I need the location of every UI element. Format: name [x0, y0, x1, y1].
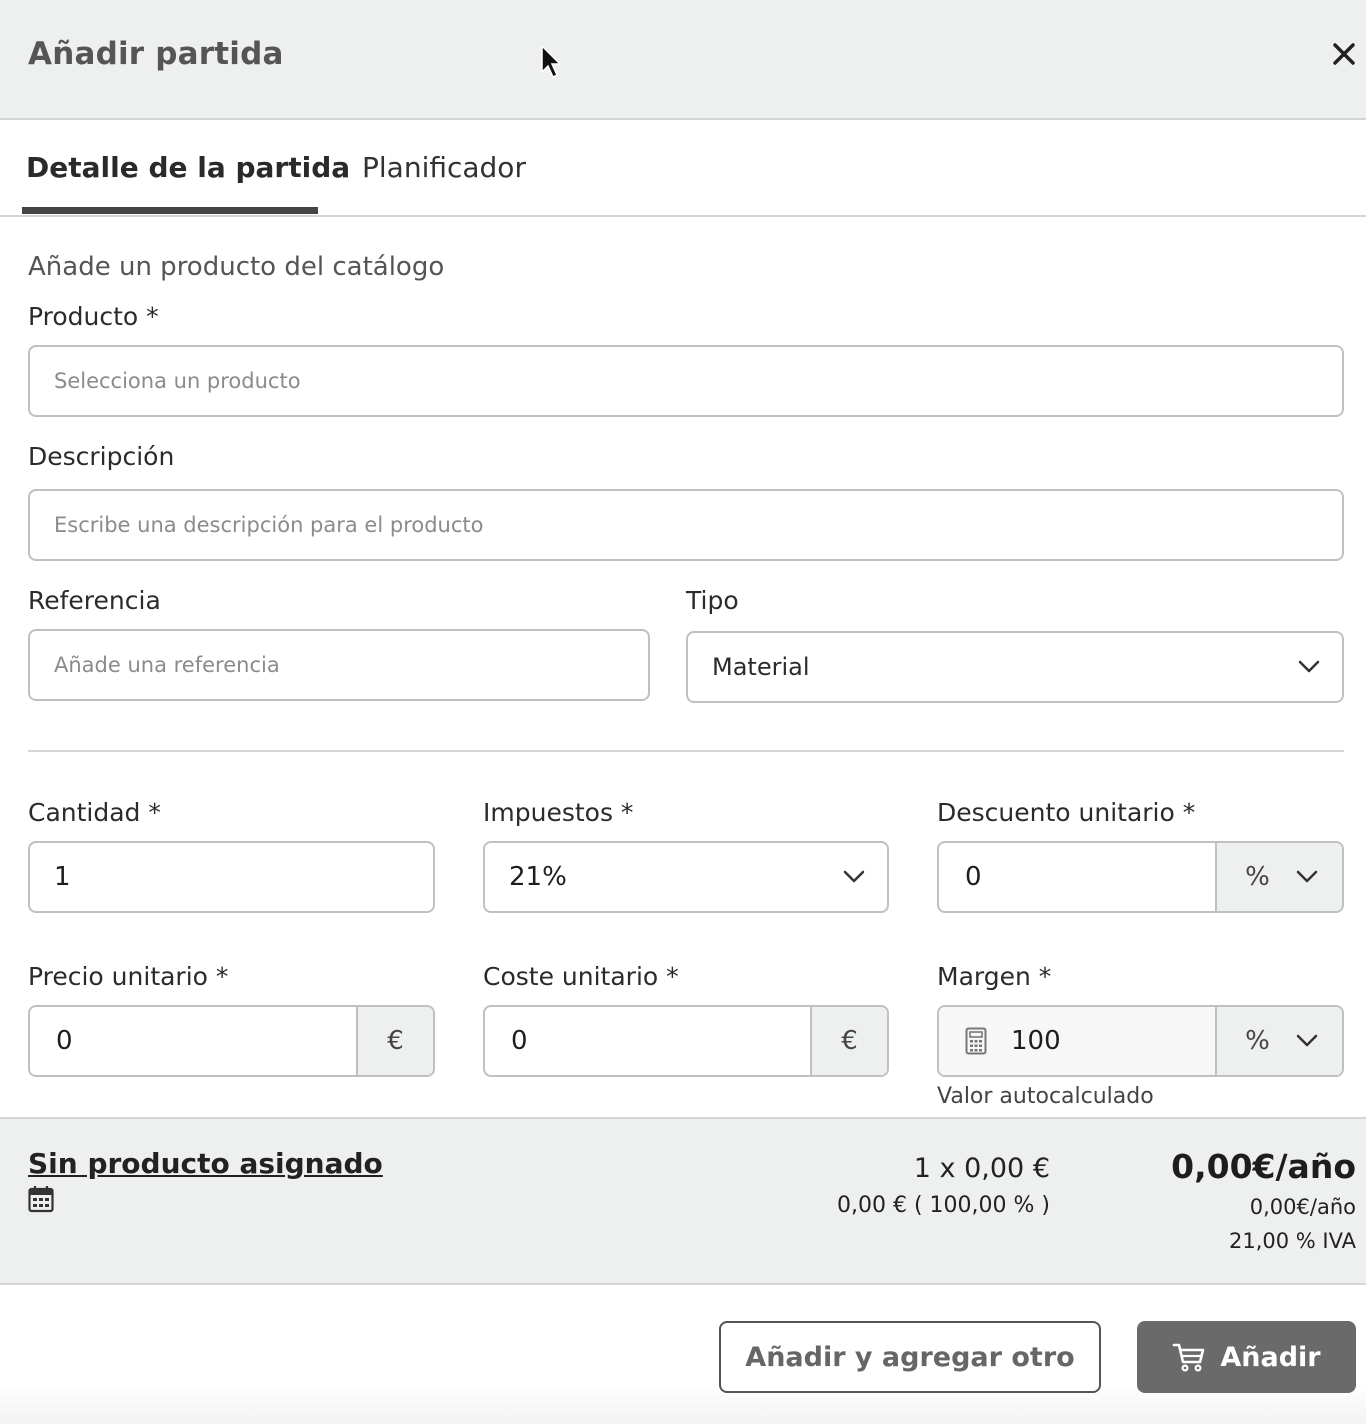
- total-subtotal: 0,00€/año: [1249, 1195, 1356, 1219]
- referencia-placeholder: Añade una referencia: [54, 653, 280, 677]
- cantidad-value: 1: [54, 862, 71, 892]
- margen-unit-select[interactable]: %: [1215, 1007, 1342, 1075]
- coste-currency: €: [810, 1007, 887, 1075]
- margen-value: 100: [1011, 1026, 1061, 1056]
- descuento-unit-select[interactable]: %: [1215, 843, 1342, 911]
- impuestos-value: 21%: [509, 862, 567, 892]
- coste-label: Coste unitario *: [483, 962, 679, 991]
- chevron-down-icon: [1296, 870, 1318, 883]
- modal-title: Añadir partida: [28, 36, 284, 72]
- cantidad-input[interactable]: 1: [28, 841, 435, 913]
- chevron-down-icon: [1298, 660, 1320, 673]
- cart-icon: [1173, 1343, 1205, 1372]
- margen-unit: %: [1245, 1026, 1270, 1056]
- margen-group: 100 %: [937, 1005, 1344, 1077]
- referencia-input[interactable]: Añade una referencia: [28, 629, 650, 701]
- cantidad-label: Cantidad *: [28, 798, 161, 827]
- mouse-cursor-icon: [541, 44, 562, 79]
- descripcion-input[interactable]: Escribe una descripción para el producto: [28, 489, 1344, 561]
- summary-panel: Sin producto asignado 1 x 0,00 € 0,00 € …: [0, 1117, 1366, 1285]
- section-title: Añade un producto del catálogo: [28, 252, 445, 282]
- assigned-product-link[interactable]: Sin producto asignado: [28, 1147, 383, 1180]
- margen-input[interactable]: 100: [939, 1007, 1215, 1075]
- producto-label: Producto *: [28, 302, 159, 331]
- add-button[interactable]: Añadir: [1137, 1321, 1356, 1393]
- producto-placeholder: Selecciona un producto: [54, 369, 301, 393]
- section-divider: [28, 750, 1344, 752]
- descuento-input[interactable]: 0: [939, 843, 1215, 911]
- tab-bar: Detalle de la partida Planificador: [0, 121, 1366, 217]
- chevron-down-icon: [843, 870, 865, 883]
- descuento-label: Descuento unitario *: [937, 798, 1196, 827]
- descuento-unit: %: [1245, 862, 1270, 892]
- close-icon[interactable]: [1332, 42, 1356, 66]
- margen-helper-text: Valor autocalculado: [937, 1084, 1154, 1109]
- modal-footer: Añadir y agregar otro Añadir: [0, 1286, 1366, 1424]
- descuento-group: 0 %: [937, 841, 1344, 913]
- calendar-icon[interactable]: [28, 1185, 54, 1213]
- active-tab-indicator: [22, 207, 318, 214]
- cost-margin-line: 0,00 € ( 100,00 % ): [837, 1193, 1050, 1218]
- tipo-select[interactable]: Material: [686, 631, 1344, 703]
- tipo-value: Material: [712, 653, 810, 681]
- iva-rate: 21,00 % IVA: [1228, 1229, 1356, 1253]
- tab-planificador[interactable]: Planificador: [362, 151, 526, 184]
- precio-input[interactable]: 0: [30, 1007, 356, 1075]
- calculator-icon: [965, 1027, 987, 1055]
- quantity-price-line: 1 x 0,00 €: [913, 1153, 1050, 1184]
- referencia-label: Referencia: [28, 586, 161, 615]
- coste-group: 0 €: [483, 1005, 889, 1077]
- impuestos-label: Impuestos *: [483, 798, 634, 827]
- modal-header: Añadir partida: [0, 0, 1366, 120]
- precio-label: Precio unitario *: [28, 962, 229, 991]
- descripcion-label: Descripción: [28, 442, 175, 471]
- producto-select[interactable]: Selecciona un producto: [28, 345, 1344, 417]
- margen-label: Margen *: [937, 962, 1052, 991]
- descripcion-placeholder: Escribe una descripción para el producto: [54, 513, 484, 537]
- precio-group: 0 €: [28, 1005, 435, 1077]
- precio-currency: €: [356, 1007, 433, 1075]
- tipo-label: Tipo: [686, 586, 739, 615]
- close-button[interactable]: [1326, 36, 1362, 72]
- add-and-another-button[interactable]: Añadir y agregar otro: [719, 1321, 1101, 1393]
- total-amount: 0,00€/año: [1171, 1147, 1356, 1186]
- impuestos-select[interactable]: 21%: [483, 841, 889, 913]
- chevron-down-icon: [1296, 1034, 1318, 1047]
- tab-detalle[interactable]: Detalle de la partida: [26, 151, 350, 184]
- coste-input[interactable]: 0: [485, 1007, 810, 1075]
- add-button-label: Añadir: [1220, 1341, 1321, 1373]
